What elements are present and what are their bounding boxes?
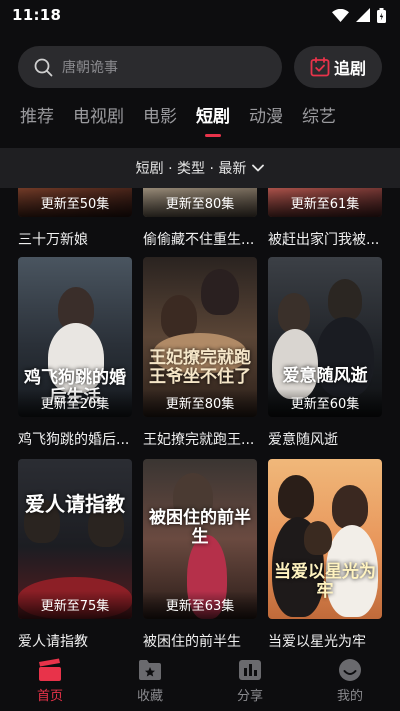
- nav-favorites-label: 收藏: [136, 688, 163, 704]
- search-placeholder: 唐朝诡事: [62, 60, 118, 76]
- tab-variety[interactable]: 综艺: [302, 102, 336, 137]
- tab-movie[interactable]: 电影: [143, 102, 177, 137]
- status-bar: 11:18: [0, 0, 400, 30]
- nav-home-label: 首页: [36, 688, 63, 704]
- profile-icon: [339, 658, 361, 681]
- tab-anime[interactable]: 动漫: [249, 102, 283, 137]
- nav-profile-label: 我的: [336, 688, 363, 704]
- drama-title: 爱人请指教: [18, 634, 88, 650]
- poster: 被困住的前半生 更新至63集: [143, 459, 257, 619]
- drama-grid: 更新至50集 三十万新娘 更新至80集 偷偷藏不住重生... 更新至61集 被赶…: [0, 188, 400, 650]
- category-tabs: 推荐 电视剧 电影 短剧 动漫 综艺: [20, 102, 336, 137]
- signal-icon: [356, 8, 370, 22]
- status-icons: [332, 7, 386, 23]
- search-icon: [34, 58, 53, 76]
- poster-art-title: 爱意随风逝: [282, 366, 368, 386]
- drama-title: 三十万新娘: [18, 232, 88, 248]
- episode-badge: 更新至80集: [165, 197, 235, 212]
- drama-title: 王妃撩完就跑王...: [143, 432, 255, 448]
- nav-favorites[interactable]: 收藏: [100, 650, 200, 711]
- episode-badge: 更新至61集: [290, 197, 360, 212]
- poster: 鸡飞狗跳的婚后生活 更新至20集: [18, 257, 132, 417]
- drama-title: 被赶出家门我被...: [268, 232, 380, 248]
- battery-icon: [377, 7, 386, 23]
- poster-art-title: 爱人请指教: [25, 492, 125, 516]
- poster: 爱意随风逝 更新至60集: [268, 257, 382, 417]
- chevron-down-icon: [252, 164, 265, 172]
- poster-art-title: 王妃撩完就跑王爷坐不住了: [149, 348, 251, 387]
- clapperboard-icon: [39, 658, 61, 681]
- poster: 更新至80集: [143, 188, 257, 217]
- poster: 王妃撩完就跑王爷坐不住了 更新至80集: [143, 257, 257, 417]
- tab-short-drama[interactable]: 短剧: [196, 102, 230, 137]
- drama-card[interactable]: 鸡飞狗跳的婚后生活 更新至20集 鸡飞狗跳的婚后...: [18, 257, 132, 449]
- drama-title: 当爱以星光为牢: [268, 634, 366, 650]
- drama-card[interactable]: 当爱以星光为牢 当爱以星光为牢: [268, 459, 382, 650]
- poster: 当爱以星光为牢: [268, 459, 382, 619]
- drama-title: 被困住的前半生: [143, 634, 241, 650]
- poster-art-title: 被困住的前半生: [149, 508, 251, 547]
- filter-dropdown[interactable]: 短剧 · 类型 · 最新: [0, 148, 400, 188]
- follow-drama-label: 追剧: [333, 59, 366, 78]
- drama-title: 爱意随风逝: [268, 432, 338, 448]
- poster: 更新至50集: [18, 188, 132, 217]
- calendar-check-icon: [310, 57, 330, 77]
- nav-home[interactable]: 首页: [0, 650, 100, 711]
- episode-badge: 更新至63集: [165, 599, 235, 614]
- status-time: 11:18: [12, 6, 62, 24]
- poster: 更新至61集: [268, 188, 382, 217]
- drama-card[interactable]: 更新至80集 偷偷藏不住重生...: [143, 188, 257, 249]
- follow-drama-button[interactable]: 追剧: [294, 46, 382, 88]
- search-input[interactable]: 唐朝诡事: [18, 46, 282, 88]
- poster: 爱人请指教 更新至75集: [18, 459, 132, 619]
- search-row: 唐朝诡事 追剧: [18, 46, 382, 88]
- episode-badge: 更新至20集: [40, 397, 110, 412]
- bar-chart-icon: [239, 659, 261, 680]
- drama-card[interactable]: 更新至61集 被赶出家门我被...: [268, 188, 382, 249]
- drama-card[interactable]: 王妃撩完就跑王爷坐不住了 更新至80集 王妃撩完就跑王...: [143, 257, 257, 449]
- drama-card[interactable]: 被困住的前半生 更新至63集 被困住的前半生: [143, 459, 257, 650]
- drama-card[interactable]: 爱意随风逝 更新至60集 爱意随风逝: [268, 257, 382, 449]
- drama-card[interactable]: 爱人请指教 更新至75集 爱人请指教: [18, 459, 132, 650]
- favorite-folder-icon: [139, 659, 161, 680]
- tab-recommend[interactable]: 推荐: [20, 102, 54, 137]
- drama-title: 鸡飞狗跳的婚后...: [18, 432, 130, 448]
- wifi-icon: [332, 8, 349, 22]
- drama-title: 偷偷藏不住重生...: [143, 232, 255, 248]
- nav-share[interactable]: 分享: [200, 650, 300, 711]
- drama-card[interactable]: 更新至50集 三十万新娘: [18, 188, 132, 249]
- episode-badge: 更新至80集: [165, 397, 235, 412]
- episode-badge: 更新至50集: [40, 197, 110, 212]
- episode-badge: 更新至75集: [40, 599, 110, 614]
- episode-badge: 更新至60集: [290, 397, 360, 412]
- tab-tv-series[interactable]: 电视剧: [73, 102, 124, 137]
- bottom-nav: 首页 收藏 分享 我的: [0, 650, 400, 711]
- nav-profile[interactable]: 我的: [300, 650, 400, 711]
- nav-share-label: 分享: [236, 688, 263, 704]
- filter-label: 短剧 · 类型 · 最新: [135, 161, 247, 177]
- poster-art-title: 当爱以星光为牢: [274, 562, 376, 601]
